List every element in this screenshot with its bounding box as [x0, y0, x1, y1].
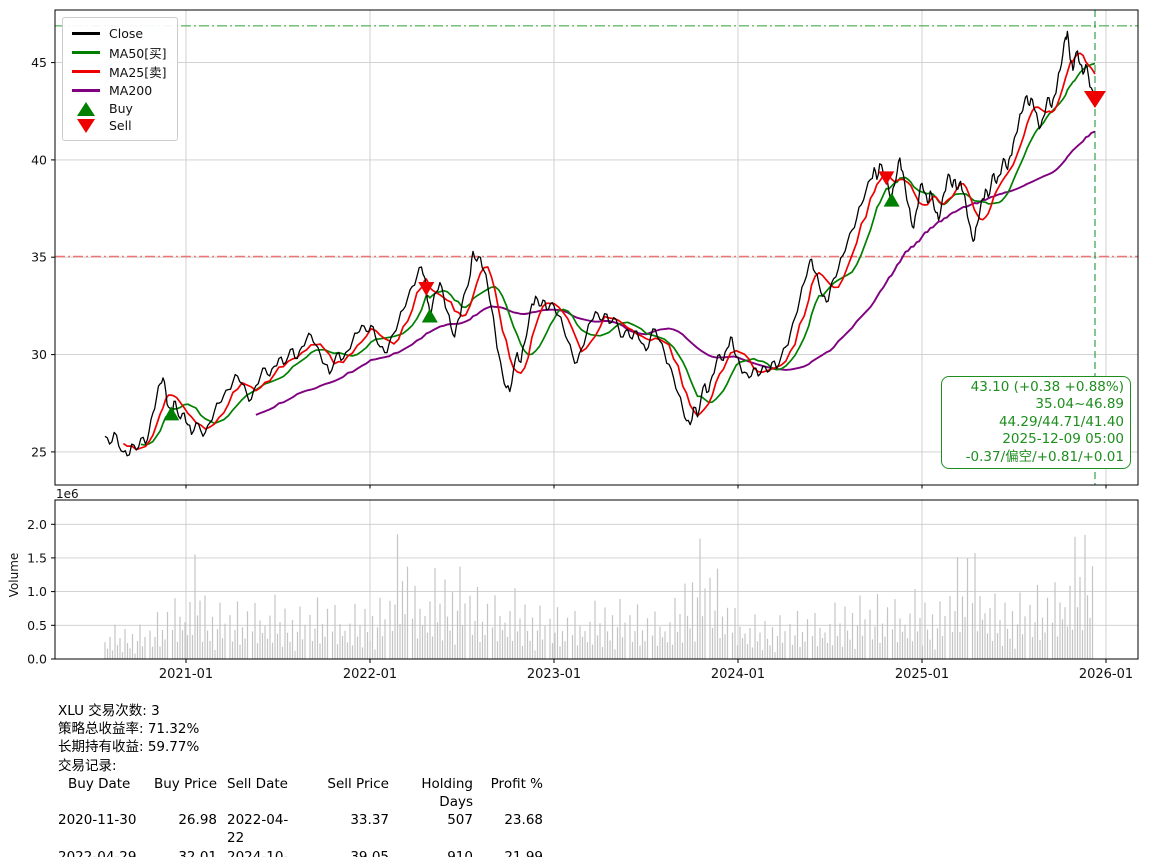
col-sell-price: Sell Price: [327, 775, 389, 792]
svg-text:40: 40: [31, 152, 47, 167]
svg-text:2024-01: 2024-01: [711, 667, 765, 682]
legend-label: MA25[卖]: [109, 65, 167, 80]
trade-cell: 2020-11-30: [58, 812, 137, 829]
col-buy-price: Buy Price: [153, 775, 217, 792]
svg-text:2026-01: 2026-01: [1079, 667, 1133, 682]
trade-cell: 2022-04-22: [227, 812, 289, 847]
annotation-ma-line: 44.29/44.71/41.40: [998, 413, 1124, 430]
annotation-price-line: 43.10 (+0.38 +0.88%): [970, 379, 1124, 395]
backtest-stats: XLU 交易次数: 3 策略总收益率: 71.32% 长期持有收益: 59.77…: [58, 702, 543, 857]
trade-table-rows: 2020-11-30 26.98 2022-04-22 33.37 507 23.68 20…: [58, 811, 543, 857]
svg-text:0.5: 0.5: [27, 618, 47, 633]
trade-cell: 21.99: [504, 848, 543, 857]
sell-marker-icon: [71, 118, 101, 134]
annotation-signal-line: -0.37/偏空/+0.81/+0.01: [965, 448, 1124, 465]
legend-item-ma25: MA25[卖]: [71, 62, 167, 81]
col-profit: Profit %: [490, 775, 543, 792]
legend-item-ma200: MA200: [71, 81, 167, 100]
annotation-range-line: 35.04~46.89: [1035, 396, 1124, 413]
trade-count-line: XLU 交易次数: 3: [58, 703, 160, 719]
volume-scale-offset-label: 1e6: [56, 487, 79, 501]
svg-text:2023-01: 2023-01: [527, 667, 581, 682]
svg-text:2025-01: 2025-01: [895, 667, 949, 682]
svg-text:2022-01: 2022-01: [343, 667, 397, 682]
svg-text:0.0: 0.0: [27, 652, 47, 667]
annotation-date-line: 2025-12-09 05:00: [1002, 431, 1124, 448]
trade-cell: 33.37: [350, 812, 389, 829]
legend-item-buy: Buy: [71, 100, 167, 117]
trade-row: 2020-11-30 26.98 2022-04-22 33.37 507 23.68: [58, 811, 543, 847]
trade-row: 2022-04-29 32.01 2024-10-25 39.05 910 21.99: [58, 848, 543, 857]
trade-cell: 39.05: [350, 848, 389, 857]
volume-axis-label: Volume: [7, 552, 21, 598]
ma50-line-swatch: [71, 45, 101, 61]
trade-cell: 32.01: [178, 848, 217, 857]
svg-text:1.5: 1.5: [27, 550, 47, 565]
trade-cell: 26.98: [178, 812, 217, 829]
trade-cell: 507: [447, 812, 473, 829]
legend-item-sell: Sell: [71, 117, 167, 134]
svg-text:2021-01: 2021-01: [159, 667, 213, 682]
legend-label: Close: [109, 26, 144, 41]
hold-return-line: 长期持有收益: 59.77%: [58, 739, 200, 756]
svg-text:45: 45: [31, 55, 47, 70]
svg-text:30: 30: [31, 347, 47, 362]
strategy-return-line: 策略总收益率: 71.32%: [58, 721, 200, 738]
legend-label: MA200: [109, 83, 153, 98]
trade-cell: 910: [447, 848, 473, 857]
trade-cell: 2022-04-29: [58, 848, 137, 857]
legend-item-close: Close: [71, 24, 167, 43]
svg-text:2.0: 2.0: [27, 517, 47, 532]
trade-table-header: Buy Date Buy Price Sell Date Sell Price …: [58, 775, 543, 811]
svg-text:1.0: 1.0: [27, 584, 47, 599]
close-line-swatch: [71, 26, 101, 42]
buy-marker-icon: [71, 101, 101, 117]
ma25-line-swatch: [71, 64, 101, 80]
legend-item-ma50: MA50[买]: [71, 43, 167, 62]
col-holding-days: Holding Days: [421, 775, 473, 811]
col-sell-date: Sell Date: [227, 775, 288, 792]
quote-annotation: 43.10 (+0.38 +0.88%) 35.04~46.89 44.29/4…: [941, 376, 1131, 470]
trade-cell: 2024-10-25: [227, 848, 289, 857]
legend-label: Sell: [109, 118, 132, 133]
strategy-backtest-figure: 25 30 35 40 45 0.0 0.5 1.0 1.5 2.0 2021-01 2022-01 2…: [0, 0, 1152, 857]
legend-label: MA50[买]: [109, 46, 167, 61]
svg-text:25: 25: [31, 444, 47, 459]
ma200-line-swatch: [71, 83, 101, 99]
legend-label: Buy: [109, 101, 133, 116]
trade-record-title: 交易记录:: [58, 757, 117, 774]
trade-cell: 23.68: [504, 812, 543, 829]
chart-legend: Close MA50[买] MA25[卖] MA200 Buy Sell: [62, 17, 178, 141]
svg-text:35: 35: [31, 250, 47, 265]
col-buy-date: Buy Date: [68, 775, 131, 792]
